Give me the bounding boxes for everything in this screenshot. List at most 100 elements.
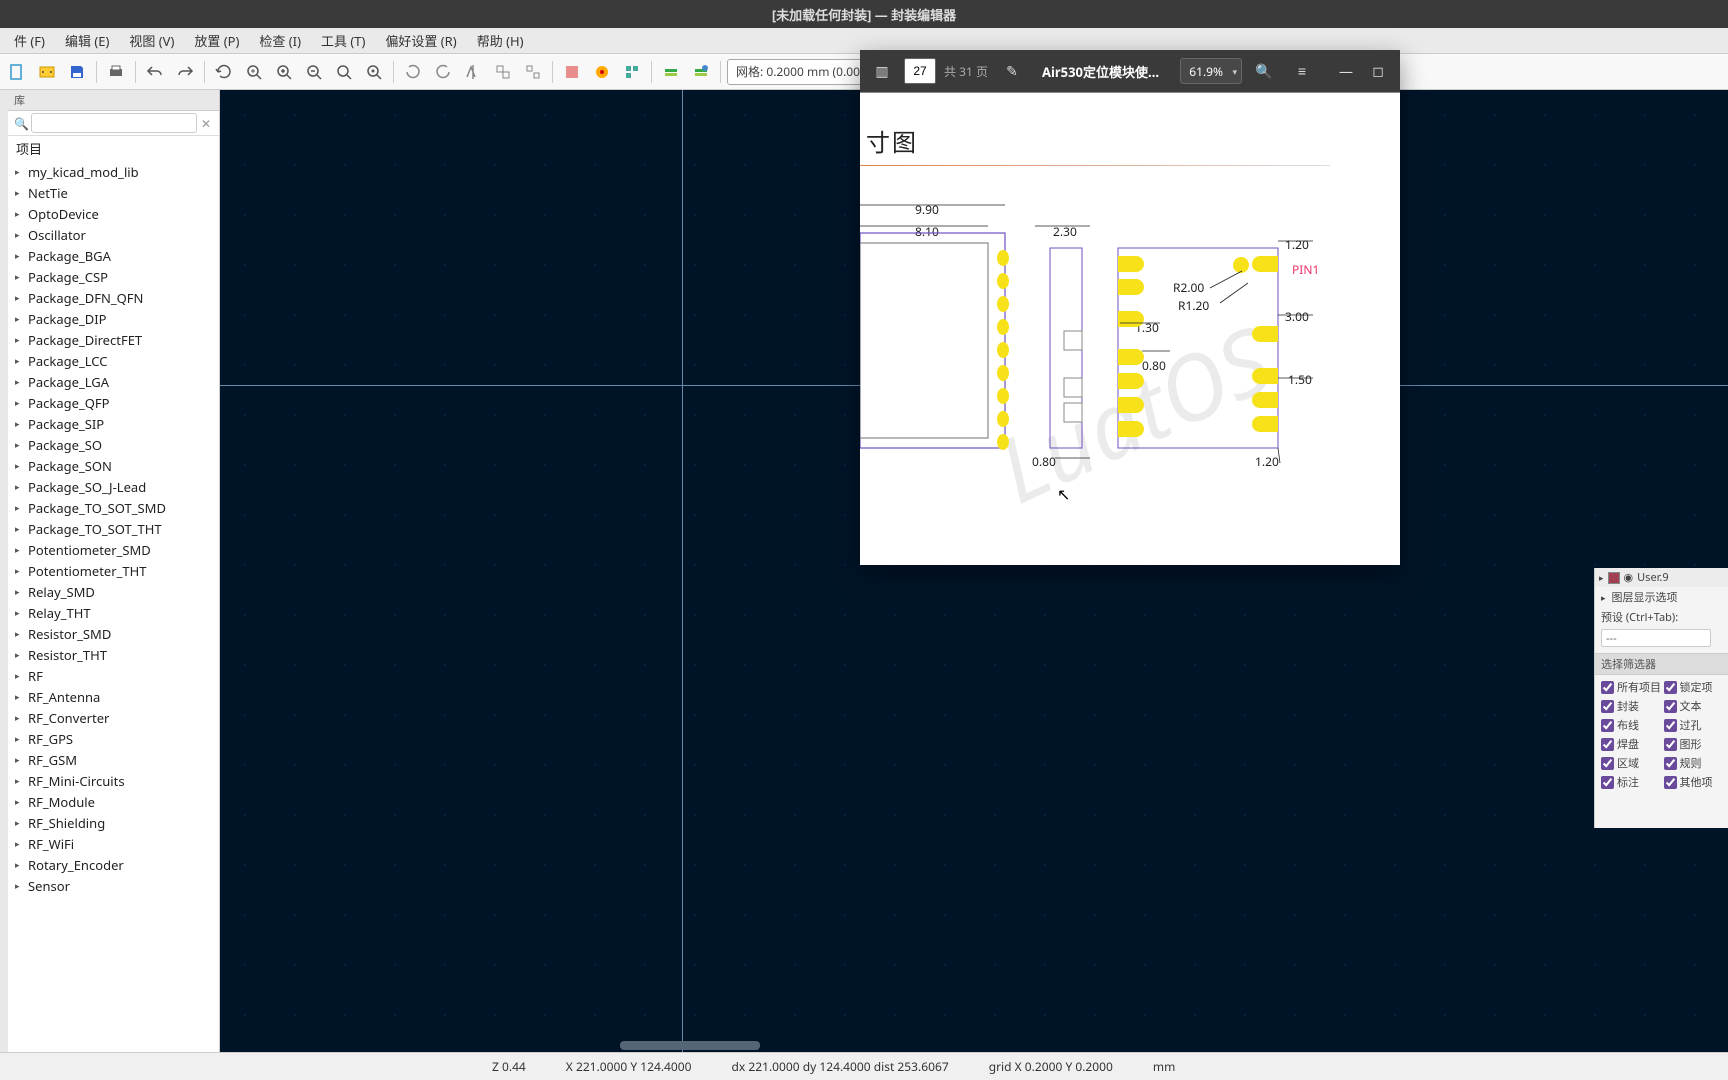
menu-file[interactable]: 件 (F) [4, 27, 55, 54]
lib-item[interactable]: Package_CSP [8, 266, 219, 287]
drc-btn[interactable] [589, 59, 615, 85]
menu-tools[interactable]: 工具 (T) [311, 27, 375, 54]
filter-vias[interactable]: 过孔 [1664, 717, 1723, 733]
menu-edit[interactable]: 编辑 (E) [55, 27, 119, 54]
filter-locked[interactable]: 锁定项 [1664, 679, 1723, 695]
filter-graphics[interactable]: 图形 [1664, 736, 1723, 752]
lib-item[interactable]: Package_DirectFET [8, 329, 219, 350]
menu-help[interactable]: 帮助 (H) [467, 27, 534, 54]
lib-item[interactable]: Package_TO_SOT_SMD [8, 497, 219, 518]
lib-item[interactable]: Package_LCC [8, 350, 219, 371]
layer-btn[interactable] [658, 59, 684, 85]
menu-view[interactable]: 视图 (V) [119, 27, 184, 54]
menu-icon[interactable]: ≡ [1286, 55, 1318, 87]
group-btn[interactable] [490, 59, 516, 85]
lib-item[interactable]: OptoDevice [8, 203, 219, 224]
left-rail[interactable] [0, 90, 8, 1052]
zoom-region-btn[interactable] [331, 59, 357, 85]
maximize-icon[interactable]: ◻ [1362, 55, 1394, 87]
undo-btn[interactable] [142, 59, 168, 85]
menu-prefs[interactable]: 偏好设置 (R) [375, 27, 466, 54]
lib-item[interactable]: RF [8, 665, 219, 686]
zoom-center-btn[interactable] [361, 59, 387, 85]
lib-item[interactable]: RF_Shielding [8, 812, 219, 833]
visibility-icon[interactable]: ◉ [1624, 570, 1634, 585]
lib-item[interactable]: Package_SON [8, 455, 219, 476]
lib-item[interactable]: RF_Converter [8, 707, 219, 728]
filter-text[interactable]: 文本 [1664, 698, 1723, 714]
lib-item[interactable]: Package_BGA [8, 245, 219, 266]
zoom-in-btn[interactable] [271, 59, 297, 85]
project-header: 项目 [8, 136, 219, 161]
filter-tracks[interactable]: 布线 [1601, 717, 1660, 733]
new-btn[interactable] [4, 59, 30, 85]
rotate-cw-btn[interactable] [430, 59, 456, 85]
page-number-input[interactable] [904, 58, 936, 84]
zoom-fit-btn[interactable] [241, 59, 267, 85]
library-search-input[interactable] [31, 113, 197, 133]
layer-row[interactable]: ▸ ◉ User.9 [1595, 568, 1728, 587]
refresh-btn[interactable] [211, 59, 237, 85]
minimize-icon[interactable]: ― [1330, 55, 1362, 87]
sidebar-toggle-icon[interactable]: ▥ [866, 55, 898, 87]
redo-btn[interactable] [172, 59, 198, 85]
properties-btn[interactable] [559, 59, 585, 85]
lib-item[interactable]: Relay_THT [8, 602, 219, 623]
lib-item[interactable]: Resistor_THT [8, 644, 219, 665]
zoom-out-btn[interactable] [301, 59, 327, 85]
lib-item[interactable]: Potentiometer_THT [8, 560, 219, 581]
lib-item[interactable]: Package_SO_J-Lead [8, 476, 219, 497]
library-btn[interactable] [619, 59, 645, 85]
lib-item[interactable]: Sensor [8, 875, 219, 896]
ungroup-btn[interactable] [520, 59, 546, 85]
lib-item[interactable]: Relay_SMD [8, 581, 219, 602]
zoom-dropdown[interactable]: 61.9% [1180, 58, 1242, 84]
lib-item[interactable]: RF_Module [8, 791, 219, 812]
pdf-page[interactable]: 寸图 LuatOS 9.90 8.10 2.30 1.20 PIN1 R2.00… [860, 92, 1400, 565]
rotate-ccw-btn[interactable] [400, 59, 426, 85]
lib-item[interactable]: my_kicad_mod_lib [8, 161, 219, 182]
preset-dropdown[interactable]: --- [1601, 629, 1711, 647]
lib-item[interactable]: Package_SO [8, 434, 219, 455]
lib-item[interactable]: Resistor_SMD [8, 623, 219, 644]
lib-item[interactable]: NetTie [8, 182, 219, 203]
filter-dimensions[interactable]: 标注 [1601, 774, 1660, 790]
lib-item[interactable]: Potentiometer_SMD [8, 539, 219, 560]
lib-item[interactable]: Package_DFN_QFN [8, 287, 219, 308]
pdf-titlebar[interactable]: ▥ 共 31 页 ✎ Air530定位模块使用手... 61.9% 🔍 ≡ ― … [860, 50, 1400, 92]
filter-pads[interactable]: 焊盘 [1601, 736, 1660, 752]
library-tree[interactable]: my_kicad_mod_lib NetTie OptoDevice Oscil… [8, 161, 219, 1052]
layer-display-options[interactable]: 图层显示选项 [1595, 587, 1728, 607]
clear-search-icon[interactable]: ✕ [197, 115, 215, 132]
filter-zones[interactable]: 区域 [1601, 755, 1660, 771]
filter-rules[interactable]: 规则 [1664, 755, 1723, 771]
new-footprint-btn[interactable] [34, 59, 60, 85]
lib-item[interactable]: Package_DIP [8, 308, 219, 329]
lib-item[interactable]: RF_Antenna [8, 686, 219, 707]
lib-item[interactable]: RF_GSM [8, 749, 219, 770]
edit-icon[interactable]: ✎ [996, 55, 1028, 87]
menu-place[interactable]: 放置 (P) [184, 27, 249, 54]
footprint-drawing [860, 93, 1400, 565]
selection-filters: 所有项目 锁定项 封装 文本 布线 过孔 焊盘 图形 区域 规则 标注 其他项 [1595, 675, 1728, 794]
print-btn[interactable] [103, 59, 129, 85]
lib-item[interactable]: Oscillator [8, 224, 219, 245]
save-btn[interactable] [64, 59, 90, 85]
lib-item[interactable]: RF_GPS [8, 728, 219, 749]
lib-item[interactable]: Package_SIP [8, 413, 219, 434]
menu-inspect[interactable]: 检查 (I) [249, 27, 311, 54]
3d-btn[interactable] [688, 59, 714, 85]
search-icon[interactable]: 🔍 [1248, 55, 1280, 87]
lib-item[interactable]: RF_WiFi [8, 833, 219, 854]
mirror-btn[interactable] [460, 59, 486, 85]
lib-item[interactable]: Package_TO_SOT_THT [8, 518, 219, 539]
h-scrollbar[interactable] [620, 1041, 760, 1050]
filter-other[interactable]: 其他项 [1664, 774, 1723, 790]
filter-allitems[interactable]: 所有项目 [1601, 679, 1660, 695]
lib-item[interactable]: Package_QFP [8, 392, 219, 413]
lib-item[interactable]: Package_LGA [8, 371, 219, 392]
lib-item[interactable]: RF_Mini-Circuits [8, 770, 219, 791]
lib-item[interactable]: Rotary_Encoder [8, 854, 219, 875]
layer-color-chip[interactable] [1608, 572, 1620, 584]
filter-footprints[interactable]: 封装 [1601, 698, 1660, 714]
